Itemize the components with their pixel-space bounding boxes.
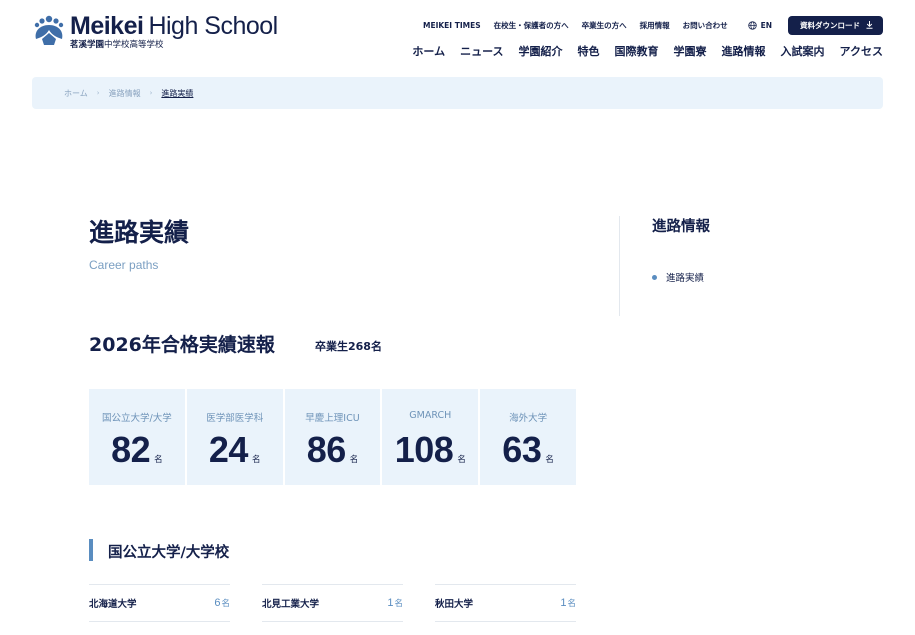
- graduates-count: 卒業生268名: [315, 340, 382, 353]
- stat-card-medical: 医学部医学科 24 名: [186, 389, 283, 485]
- side-nav-item-career-results[interactable]: 進路実績: [652, 270, 704, 284]
- stat-unit: 名: [457, 455, 466, 465]
- national-univ-heading: 国公立大学/大学校: [108, 545, 230, 561]
- stat-value: 63 名: [480, 429, 576, 471]
- stat-label: 国公立大学/大学: [102, 413, 172, 424]
- side-nav-title: 進路情報: [652, 219, 710, 235]
- brand-subtitle: 茗溪学園中学校高等学校: [70, 38, 164, 50]
- side-nav-item-label: 進路実績: [666, 273, 705, 284]
- breadcrumb-home[interactable]: ホーム: [64, 88, 88, 99]
- brand-light: High School: [148, 12, 278, 40]
- breadcrumb-separator-icon: ›: [96, 89, 100, 97]
- list-item-next: [262, 621, 403, 635]
- breadcrumb-career[interactable]: 進路情報: [109, 88, 141, 99]
- list-item: 北見工業大学 1名: [262, 584, 403, 621]
- nav-item-home[interactable]: ホーム: [412, 43, 445, 59]
- stat-number: 82: [111, 429, 151, 470]
- count-number: 6: [214, 597, 221, 609]
- stats-grid: 国公立大学/大学 82 名 医学部医学科 24 名 早慶上理ICU 86 名 GMAR…: [89, 389, 576, 485]
- nav-item-access[interactable]: アクセス: [840, 43, 883, 59]
- utility-link-students-parents[interactable]: 在校生・保護者の方へ: [494, 20, 569, 31]
- stat-number: 63: [502, 429, 542, 470]
- utility-link-contact[interactable]: お問い合わせ: [683, 20, 728, 31]
- stat-label: 海外大学: [509, 413, 548, 424]
- nav-item-admissions[interactable]: 入試案内: [781, 43, 825, 59]
- download-icon: [866, 21, 873, 29]
- stat-card-soukei: 早慶上理ICU 86 名: [284, 389, 381, 485]
- stat-value: 86 名: [285, 429, 381, 471]
- language-switch[interactable]: EN: [747, 20, 772, 30]
- stat-label: 早慶上理ICU: [305, 413, 360, 424]
- stat-number: 108: [394, 429, 454, 470]
- breadcrumb: ホーム › 進路情報 › 進路実績: [32, 77, 883, 109]
- utility-link-alumni[interactable]: 卒業生の方へ: [582, 20, 627, 31]
- language-label: EN: [760, 20, 772, 30]
- nav-item-features[interactable]: 特色: [578, 43, 600, 59]
- bullet-icon: [652, 274, 657, 280]
- count-unit: 名: [567, 598, 576, 608]
- count-number: 1: [560, 597, 567, 609]
- page-subtitle: Career paths: [89, 258, 159, 272]
- report-heading: 2026年合格実績速報: [89, 334, 275, 356]
- stat-label: 医学部医学科: [206, 413, 264, 424]
- breadcrumb-separator-icon: ›: [149, 89, 153, 97]
- stat-number: 86: [306, 429, 347, 470]
- nav-item-international[interactable]: 国際教育: [615, 43, 659, 59]
- paulownia-crest-icon: [34, 15, 64, 45]
- list-item: 秋田大学 1名: [435, 584, 576, 621]
- nav-item-news[interactable]: ニュース: [460, 43, 503, 59]
- count-number: 1: [387, 597, 394, 609]
- stat-unit: 名: [349, 455, 359, 465]
- page-title: 進路実績: [89, 218, 190, 247]
- stat-card-overseas: 海外大学 63 名: [480, 389, 576, 485]
- site-logo[interactable]: Meikei High School 茗溪学園中学校高等学校: [32, 12, 278, 52]
- university-name: 北見工業大学: [262, 599, 320, 610]
- university-name: 北海道大学: [89, 599, 137, 610]
- count-unit: 名: [394, 598, 403, 608]
- university-count: 1名: [387, 597, 403, 609]
- download-label: 資料ダウンロード: [800, 20, 860, 30]
- university-name: 秋田大学: [435, 599, 474, 610]
- breadcrumb-current[interactable]: 進路実績: [161, 88, 193, 99]
- section-accent-bar: [89, 539, 93, 561]
- list-item-next: [435, 621, 576, 635]
- nav-item-about[interactable]: 学園紹介: [519, 43, 563, 59]
- stat-value: 108 名: [382, 429, 478, 471]
- side-divider: [619, 216, 620, 316]
- globe-icon: [747, 20, 757, 30]
- university-count: 6名: [214, 597, 230, 609]
- stat-card-gmarch: GMARCH 108 名: [382, 389, 479, 485]
- download-brochure-button[interactable]: 資料ダウンロード: [788, 15, 883, 35]
- stat-number: 24: [208, 429, 249, 470]
- stat-unit: 名: [154, 455, 163, 465]
- list-item-next: [89, 621, 230, 635]
- utility-link-recruit[interactable]: 採用情報: [640, 20, 670, 31]
- stat-unit: 名: [251, 455, 261, 465]
- utility-nav: MEIKEI TIMES 在校生・保護者の方へ 卒業生の方へ 採用情報 お問い合…: [410, 15, 883, 35]
- stat-value: 82 名: [89, 429, 185, 471]
- brand-sub-light: 中学校高等学校: [104, 40, 164, 50]
- stat-label: GMARCH: [409, 410, 452, 421]
- stat-unit: 名: [545, 455, 554, 465]
- count-unit: 名: [221, 598, 230, 608]
- list-item: 北海道大学 6名: [89, 584, 230, 621]
- nav-item-career[interactable]: 進路情報: [722, 43, 766, 59]
- stat-card-national: 国公立大学/大学 82 名: [89, 389, 185, 485]
- brand-bold: Meikei: [70, 12, 144, 40]
- brand-sub-bold: 茗溪学園: [70, 40, 105, 50]
- nav-item-dormitory[interactable]: 学園寮: [674, 43, 707, 59]
- stat-value: 24 名: [187, 429, 283, 471]
- university-count: 1名: [560, 597, 576, 609]
- main-nav: ホーム ニュース 学園紹介 特色 国際教育 学園寮 進路情報 入試案内 アクセス: [397, 43, 883, 59]
- utility-link-meikei-times[interactable]: MEIKEI TIMES: [423, 21, 481, 30]
